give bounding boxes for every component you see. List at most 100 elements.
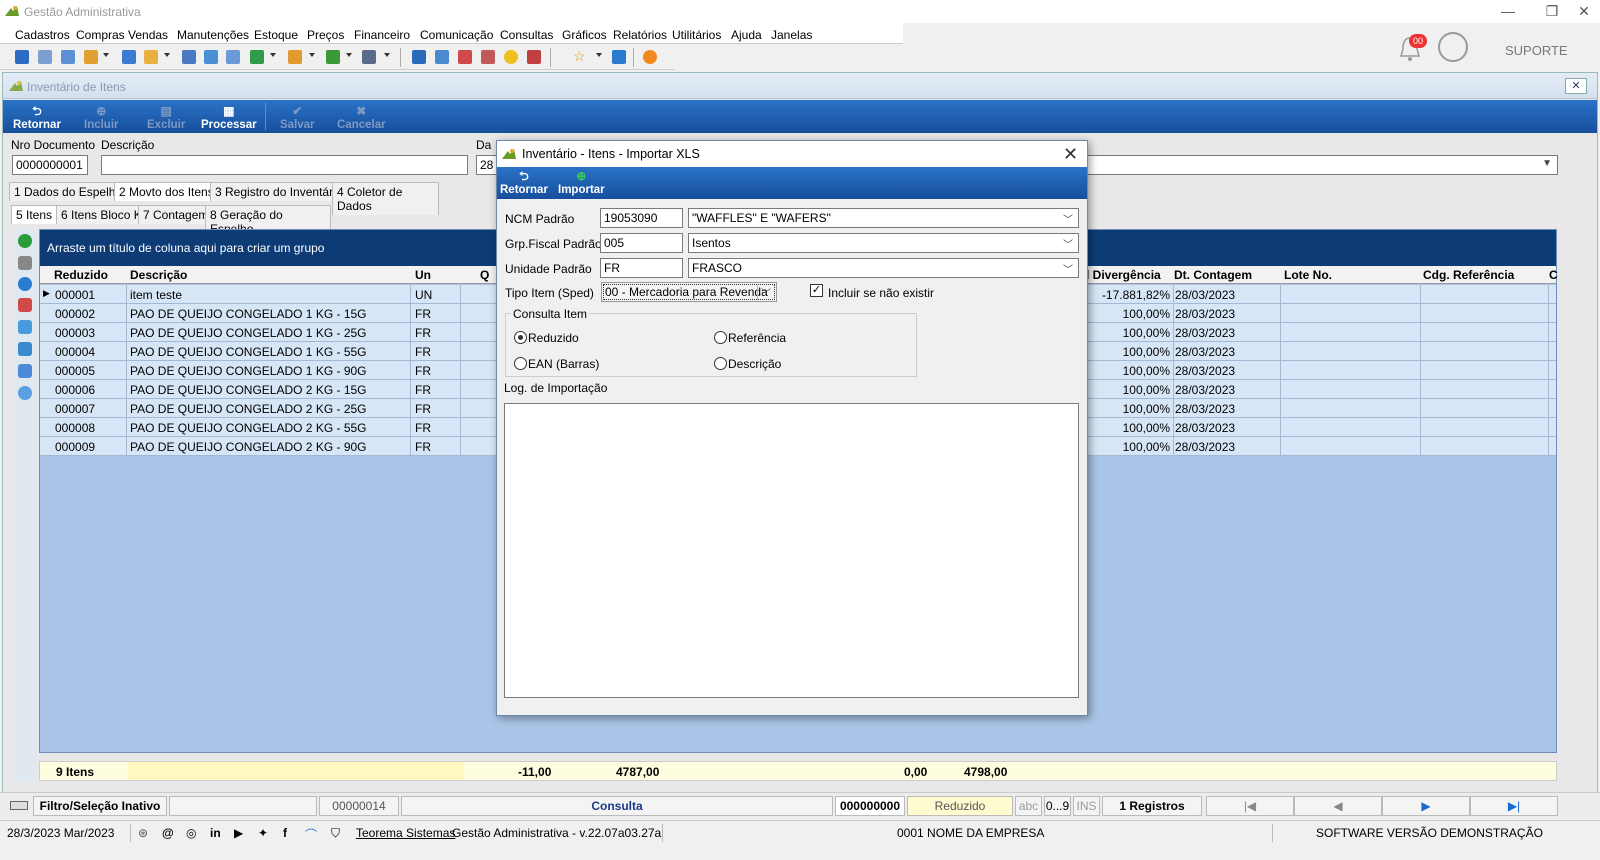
- menu-manutencoes[interactable]: Manutenções: [177, 28, 249, 42]
- cell-dt-contagem[interactable]: 28/03/2023: [1175, 421, 1235, 435]
- chevron-down-icon[interactable]: ▼: [1542, 158, 1552, 169]
- user-name[interactable]: SUPORTE: [1505, 43, 1568, 58]
- cell-un[interactable]: FR: [415, 307, 431, 321]
- cell-dt-contagem[interactable]: 28/03/2023: [1175, 288, 1235, 302]
- document-icon[interactable]: [122, 50, 136, 64]
- table-icon[interactable]: [18, 342, 32, 356]
- first-record-icon[interactable]: |◀: [1206, 796, 1294, 816]
- cell-un[interactable]: UN: [415, 288, 432, 302]
- email-icon[interactable]: @: [162, 826, 174, 840]
- cell-reduzido[interactable]: 000003: [55, 326, 95, 340]
- add-icon[interactable]: [18, 234, 32, 248]
- calendar-icon[interactable]: [458, 50, 472, 64]
- close-icon[interactable]: ✕: [1063, 144, 1078, 165]
- cell-reduzido[interactable]: 000008: [55, 421, 95, 435]
- dropdown-arrow-icon[interactable]: [164, 53, 170, 57]
- cell-reduzido[interactable]: 000007: [55, 402, 95, 416]
- cell-reduzido[interactable]: 000009: [55, 440, 95, 454]
- tab-itens[interactable]: 5 Itens: [11, 205, 58, 224]
- cell-descricao[interactable]: PAO DE QUEIJO CONGELADO 2 KG - 90G: [130, 440, 367, 454]
- descricao-field[interactable]: [101, 155, 468, 175]
- menu-graficos[interactable]: Gráficos: [562, 28, 607, 42]
- cell-descricao[interactable]: PAO DE QUEIJO CONGELADO 1 KG - 25G: [130, 326, 367, 340]
- dropdown-arrow-icon[interactable]: [596, 53, 602, 57]
- printer-icon[interactable]: [362, 50, 376, 64]
- radio-descricao[interactable]: [714, 357, 727, 370]
- prev-record-icon[interactable]: ◀: [1294, 796, 1382, 816]
- dropdown-arrow-icon[interactable]: [384, 53, 390, 57]
- person-icon[interactable]: [182, 50, 196, 64]
- book-icon[interactable]: [18, 298, 32, 312]
- col-descricao[interactable]: Descrição: [130, 268, 187, 282]
- tipo-item-select[interactable]: 00 - Mercadoria para Revenda ﹀: [601, 282, 777, 302]
- cell-divergencia[interactable]: 100,00%: [1123, 421, 1170, 435]
- cell-un[interactable]: FR: [415, 364, 431, 378]
- campo-status[interactable]: Reduzido: [907, 796, 1013, 816]
- col-lote[interactable]: Lote No.: [1284, 268, 1332, 282]
- cell-dt-contagem[interactable]: 28/03/2023: [1175, 402, 1235, 416]
- support-icon[interactable]: ⊛: [138, 826, 148, 840]
- info-icon[interactable]: [18, 277, 32, 291]
- cell-un[interactable]: FR: [415, 345, 431, 359]
- menu-estoque[interactable]: Estoque: [254, 28, 298, 42]
- cell-divergencia[interactable]: 100,00%: [1123, 326, 1170, 340]
- truck-icon[interactable]: [326, 50, 340, 64]
- menu-janelas[interactable]: Janelas: [771, 28, 812, 42]
- twitter-icon[interactable]: ✦: [258, 826, 268, 840]
- cell-reduzido[interactable]: 000001: [55, 288, 95, 302]
- radio-ean[interactable]: [514, 357, 527, 370]
- tab-movto-itens[interactable]: 2 Movto dos Itens: [114, 182, 219, 201]
- settings-icon[interactable]: [18, 386, 32, 400]
- cell-descricao[interactable]: PAO DE QUEIJO CONGELADO 1 KG - 90G: [130, 364, 367, 378]
- cell-reduzido[interactable]: 000004: [55, 345, 95, 359]
- grp-fiscal-code-field[interactable]: 005: [600, 233, 683, 253]
- tab-dados-espelho[interactable]: 1 Dados do Espelho: [9, 182, 128, 201]
- chevron-down-icon[interactable]: ﹀: [1063, 211, 1073, 226]
- nro-documento-field[interactable]: 0000000001: [12, 155, 88, 175]
- cell-un[interactable]: FR: [415, 440, 431, 454]
- cell-dt-contagem[interactable]: 28/03/2023: [1175, 345, 1235, 359]
- cell-dt-contagem[interactable]: 28/03/2023: [1175, 440, 1235, 454]
- menu-cadastros[interactable]: Cadastros: [15, 28, 70, 42]
- tab-registro-inventario[interactable]: 3 Registro do Inventário: [210, 182, 348, 201]
- menu-comunicacao[interactable]: Comunicação: [420, 28, 493, 42]
- menu-ajuda[interactable]: Ajuda: [731, 28, 762, 42]
- cell-divergencia[interactable]: 100,00%: [1123, 383, 1170, 397]
- cell-un[interactable]: FR: [415, 421, 431, 435]
- ncm-code-field[interactable]: 19053090: [600, 208, 683, 228]
- col-quantidade[interactable]: Q: [480, 268, 489, 282]
- dropdown-arrow-icon[interactable]: [346, 53, 352, 57]
- teorema-link[interactable]: Teorema Sistemas: [356, 826, 455, 840]
- cell-divergencia[interactable]: 100,00%: [1123, 345, 1170, 359]
- menu-consultas[interactable]: Consultas: [500, 28, 553, 42]
- schedule-icon[interactable]: [481, 50, 495, 64]
- dropdown-arrow-icon[interactable]: [103, 53, 109, 57]
- trash-icon[interactable]: [18, 256, 32, 270]
- youtube-icon[interactable]: ▶: [234, 826, 243, 840]
- power-icon[interactable]: [643, 50, 657, 64]
- retornar-button[interactable]: ⮌ Retornar: [13, 105, 61, 132]
- edit-icon[interactable]: [18, 364, 32, 378]
- dialog-retornar-button[interactable]: ⮌ Retornar: [500, 170, 548, 197]
- chevron-down-icon[interactable]: ﹀: [757, 285, 771, 300]
- cell-dt-contagem[interactable]: 28/03/2023: [1175, 364, 1235, 378]
- menu-financeiro[interactable]: Financeiro: [354, 28, 410, 42]
- ncm-select[interactable]: "WAFFLES" E "WAFERS" ﹀: [688, 208, 1079, 228]
- list-icon[interactable]: [84, 50, 98, 64]
- cell-divergencia[interactable]: 100,00%: [1123, 364, 1170, 378]
- user-avatar-icon[interactable]: [1438, 32, 1468, 62]
- clock-icon[interactable]: [504, 50, 518, 64]
- favorites-star-icon[interactable]: ☆: [573, 49, 587, 63]
- card-icon[interactable]: [226, 50, 240, 64]
- linkedin-icon[interactable]: in: [210, 826, 221, 840]
- unidade-select[interactable]: FRASCO ﹀: [688, 258, 1079, 278]
- package-icon[interactable]: [288, 50, 302, 64]
- menu-compras[interactable]: Compras: [76, 28, 125, 42]
- cell-descricao[interactable]: item teste: [130, 288, 182, 302]
- tab-coletor-dados[interactable]: 4 Coletor de Dados: [332, 182, 439, 215]
- col-dt-contagem[interactable]: Dt. Contagem: [1174, 268, 1252, 282]
- last-record-icon[interactable]: ▶|: [1470, 796, 1558, 816]
- incluir-checkbox[interactable]: ✓: [810, 284, 823, 297]
- users-icon[interactable]: [38, 50, 52, 64]
- menu-utilitarios[interactable]: Utilitários: [672, 28, 721, 42]
